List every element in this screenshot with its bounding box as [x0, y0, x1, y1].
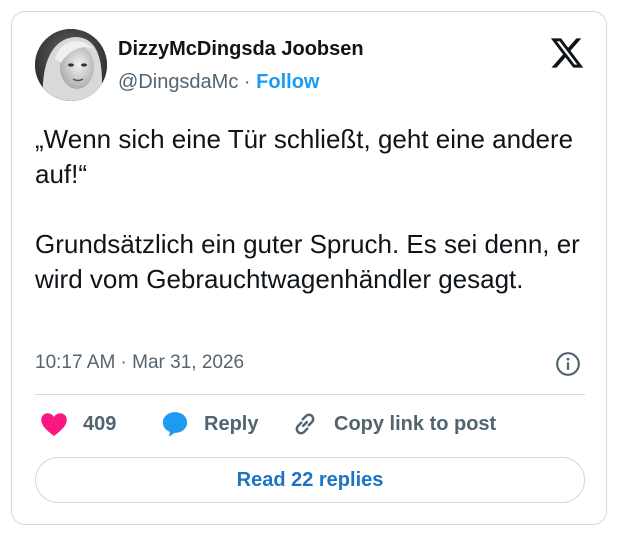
reply-button[interactable]: Reply [160, 409, 258, 439]
divider [35, 394, 585, 395]
author-handle-row: @DingsdaMc · Follow [118, 70, 319, 94]
x-logo-icon[interactable] [549, 35, 585, 71]
author-handle[interactable]: @DingsdaMc [118, 71, 238, 93]
reply-label: Reply [204, 412, 259, 435]
copy-link-button[interactable]: Copy link to post [290, 409, 496, 439]
like-count: 409 [83, 412, 117, 435]
heart-icon [41, 413, 67, 436]
speech-bubble-icon [162, 412, 188, 437]
copy-link-label: Copy link to post [334, 412, 497, 435]
like-button[interactable]: 409 [39, 409, 116, 439]
tweet-text: „Wenn sich eine Tür schließt, geht eine … [35, 124, 580, 294]
avatar-photo-icon [35, 29, 107, 101]
follow-button[interactable]: Follow [256, 71, 319, 93]
handle-separator: · [243, 71, 251, 93]
info-icon[interactable] [555, 351, 581, 377]
author-display-name[interactable]: DizzyMcDingsda Joobsen [118, 37, 364, 61]
link-icon [295, 413, 315, 435]
read-replies-button[interactable]: Read 22 replies [35, 457, 585, 503]
tweet-timestamp[interactable]: 10:17 AM · Mar 31, 2026 [35, 351, 244, 375]
tweet-embed-card: DizzyMcDingsda Joobsen @DingsdaMc · Foll… [11, 11, 607, 525]
avatar[interactable] [35, 29, 107, 101]
